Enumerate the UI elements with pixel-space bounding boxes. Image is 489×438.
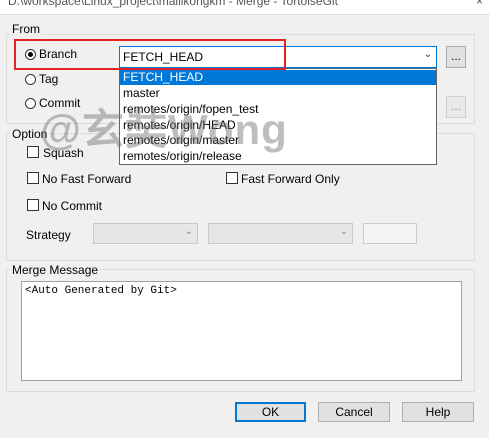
commit-radio[interactable] — [25, 96, 36, 110]
watermark: @玄奘Wong — [40, 106, 288, 153]
browse-branch-button[interactable]: ... — [446, 46, 466, 68]
cancel-button[interactable]: Cancel — [318, 402, 390, 422]
chevron-down-icon[interactable]: ⌄ — [424, 49, 432, 60]
tag-radio[interactable] — [25, 72, 36, 86]
fast-forward-only-label[interactable]: Fast Forward Only — [241, 172, 340, 186]
strategy-label: Strategy — [26, 228, 71, 242]
dropdown-option[interactable]: FETCH_HEAD — [120, 70, 436, 85]
window-titlebar: D:\workspace\Linux_project\mallikongkm -… — [0, 0, 489, 15]
merge-message-text[interactable]: <Auto Generated by Git> — [25, 285, 177, 297]
close-icon[interactable]: × — [476, 0, 483, 8]
merge-message-textarea[interactable]: <Auto Generated by Git> — [21, 281, 462, 381]
window-title: D:\workspace\Linux_project\mallikongkm -… — [8, 0, 338, 8]
strategy-param-input[interactable] — [363, 223, 417, 244]
tag-radio-label[interactable]: Tag — [39, 72, 58, 86]
no-fast-forward-label[interactable]: No Fast Forward — [42, 172, 131, 186]
strategy-option-combobox[interactable]: ⌄ — [208, 223, 353, 244]
browse-commit-button[interactable]: ... — [446, 96, 466, 118]
commit-radio-indicator[interactable] — [25, 98, 36, 110]
help-button[interactable]: Help — [402, 402, 474, 422]
ok-button[interactable]: OK — [235, 402, 306, 422]
no-commit-checkbox[interactable] — [27, 199, 39, 211]
strategy-combobox[interactable]: ⌄ — [93, 223, 198, 244]
fast-forward-only-checkbox[interactable] — [226, 172, 238, 184]
no-commit-label[interactable]: No Commit — [42, 199, 102, 213]
no-fast-forward-checkbox[interactable] — [27, 172, 39, 184]
tag-radio-indicator[interactable] — [25, 74, 36, 86]
chevron-down-icon[interactable]: ⌄ — [185, 226, 193, 237]
annotation-highlight-box — [14, 39, 286, 70]
from-legend: From — [10, 22, 42, 36]
chevron-down-icon[interactable]: ⌄ — [340, 226, 348, 237]
merge-message-legend: Merge Message — [10, 263, 101, 277]
squash-checkbox[interactable] — [27, 146, 39, 158]
